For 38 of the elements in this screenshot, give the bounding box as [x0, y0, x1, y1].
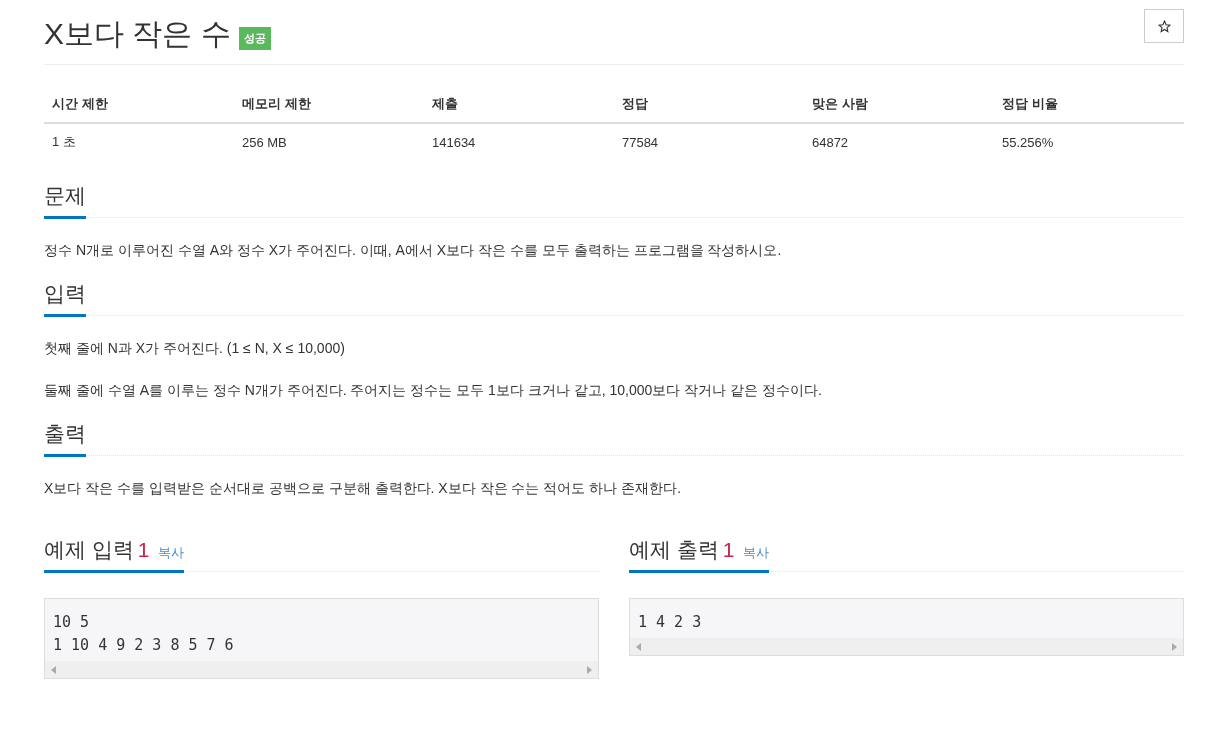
- scrollbar[interactable]: [45, 661, 598, 678]
- right-arrow-icon: [1172, 642, 1177, 651]
- table-cell: 77584: [613, 123, 804, 160]
- sample-heading: 예제 입력: [44, 537, 134, 563]
- star-icon: [1157, 19, 1171, 33]
- column-header: 시간 제한: [44, 85, 234, 123]
- paragraph: 둘째 줄에 수열 A를 이루는 정수 N개가 주어진다. 주어지는 정수는 모두 1보다 크거나 같고, 10,000보다 작거나 같은 정수이다.: [44, 381, 823, 400]
- column-header: 맞은 사람: [803, 85, 994, 123]
- paragraph: X보다 작은 수를 입력받은 순서대로 공백으로 구분해 출력한다. X보다 작은 수는 적어도 하나 존재한다.: [44, 479, 683, 498]
- table-cell: 141634: [423, 123, 614, 160]
- table-cell: 64872: [803, 123, 994, 160]
- problem-title: X보다 작은 수: [44, 15, 231, 52]
- left-arrow-icon: [636, 642, 641, 651]
- sample-number: 1: [137, 538, 150, 562]
- sample-number: 1: [722, 538, 735, 562]
- copy-link[interactable]: 복사: [742, 544, 769, 562]
- right-arrow-icon: [587, 665, 592, 674]
- copy-link[interactable]: 복사: [157, 544, 184, 562]
- column-header: 제출: [423, 85, 614, 123]
- star-button[interactable]: [1144, 9, 1184, 43]
- paragraph: 정수 N개로 이루어진 수열 A와 정수 X가 주어진다. 이때, A에서 X보다 작은 수를 모두 출력하는 프로그램을 작성하시오.: [44, 241, 783, 260]
- section-heading: 문제: [44, 182, 86, 219]
- table-cell: 55.256%: [993, 123, 1184, 160]
- column-header: 정답 비율: [993, 85, 1184, 123]
- scrollbar[interactable]: [630, 638, 1183, 655]
- sample-heading: 예제 출력: [629, 537, 719, 563]
- column-header: 메모리 제한: [234, 85, 424, 123]
- code-line: 1 10 4 9 2 3 8 5 7 6: [53, 635, 235, 656]
- code-line: 10 5: [53, 612, 91, 633]
- status-badge: 성공: [238, 26, 271, 50]
- paragraph: 첫째 줄에 N과 X가 주어진다. (1 ≤ N, X ≤ 10,000): [44, 339, 346, 358]
- left-arrow-icon: [51, 665, 56, 674]
- table-cell: 1 초: [44, 123, 234, 160]
- column-header: 정답: [613, 85, 804, 123]
- section-heading: 출력: [44, 420, 86, 457]
- table-cell: 256 MB: [234, 123, 424, 160]
- code-line: 1 4 2 3: [638, 612, 703, 633]
- section-heading: 입력: [44, 280, 86, 317]
